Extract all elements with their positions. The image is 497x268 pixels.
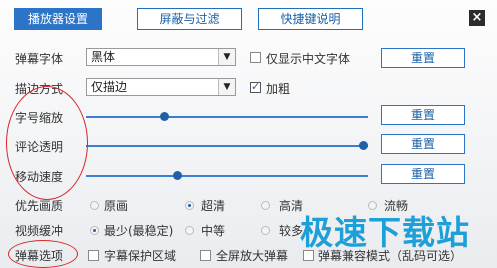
tab-shortcuts[interactable]: 快捷键说明 xyxy=(258,8,363,30)
reset-opacity-button[interactable]: 重置 xyxy=(381,134,465,154)
chevron-down-icon[interactable]: ▼ xyxy=(218,49,235,65)
opacity-slider-thumb[interactable] xyxy=(359,141,368,150)
subtitle-protect-checkbox[interactable] xyxy=(88,250,99,261)
opacity-slider[interactable] xyxy=(86,141,368,150)
font-label: 弹幕字体 xyxy=(15,52,64,66)
reset-scale-button[interactable]: 重置 xyxy=(381,105,465,125)
quality-radio-super[interactable] xyxy=(185,201,194,210)
buffer-radio-more[interactable] xyxy=(261,226,270,235)
font-select[interactable]: 黑体 ▼ xyxy=(86,48,236,66)
buffer-radio-medium[interactable] xyxy=(185,226,194,235)
player-settings-dialog: 播放器设置 屏蔽与过滤 快捷键说明 × 弹幕字体 黑体 ▼ 仅显示中文字体 重置… xyxy=(0,0,497,268)
quality-radio-high[interactable] xyxy=(261,201,270,210)
quality-option-super: 超清 xyxy=(201,199,226,213)
reset-font-button[interactable]: 重置 xyxy=(381,48,465,68)
reset-speed-button[interactable]: 重置 xyxy=(381,164,465,184)
speed-slider-thumb[interactable] xyxy=(173,171,182,180)
chinese-only-label: 仅显示中文字体 xyxy=(266,52,351,66)
tab-block-filter[interactable]: 屏蔽与过滤 xyxy=(137,8,242,30)
font-select-value: 黑体 xyxy=(91,50,116,64)
fullscreen-enlarge-checkbox[interactable] xyxy=(200,250,211,261)
annotation-ring-sliders xyxy=(6,86,88,200)
annotation-ring-options xyxy=(8,240,78,268)
close-icon[interactable]: × xyxy=(469,10,485,26)
outline-select-value: 仅描边 xyxy=(91,80,128,94)
bold-checkbox[interactable] xyxy=(250,80,261,93)
buffer-option-medium: 中等 xyxy=(201,224,226,238)
scale-slider-thumb[interactable] xyxy=(160,112,169,121)
chinese-only-checkbox[interactable] xyxy=(250,52,261,63)
quality-radio-original[interactable] xyxy=(90,201,99,210)
fullscreen-enlarge-label: 全屏放大弹幕 xyxy=(216,249,289,263)
buffer-radio-min[interactable] xyxy=(90,226,99,235)
subtitle-protect-label: 字幕保护区域 xyxy=(104,249,177,263)
tab-player-settings[interactable]: 播放器设置 xyxy=(14,8,102,30)
buffer-option-min: 最少(最稳定) xyxy=(104,224,174,238)
buffer-label: 视频缓冲 xyxy=(15,224,64,238)
site-watermark: 极速下载站 xyxy=(300,213,470,252)
bold-label: 加粗 xyxy=(266,82,291,96)
scale-slider[interactable] xyxy=(86,112,368,121)
quality-option-original: 原画 xyxy=(104,199,129,213)
chevron-down-icon[interactable]: ▼ xyxy=(218,79,235,95)
outline-select[interactable]: 仅描边 ▼ xyxy=(86,78,236,96)
speed-slider[interactable] xyxy=(86,171,368,180)
quality-label: 优先画质 xyxy=(15,199,64,213)
